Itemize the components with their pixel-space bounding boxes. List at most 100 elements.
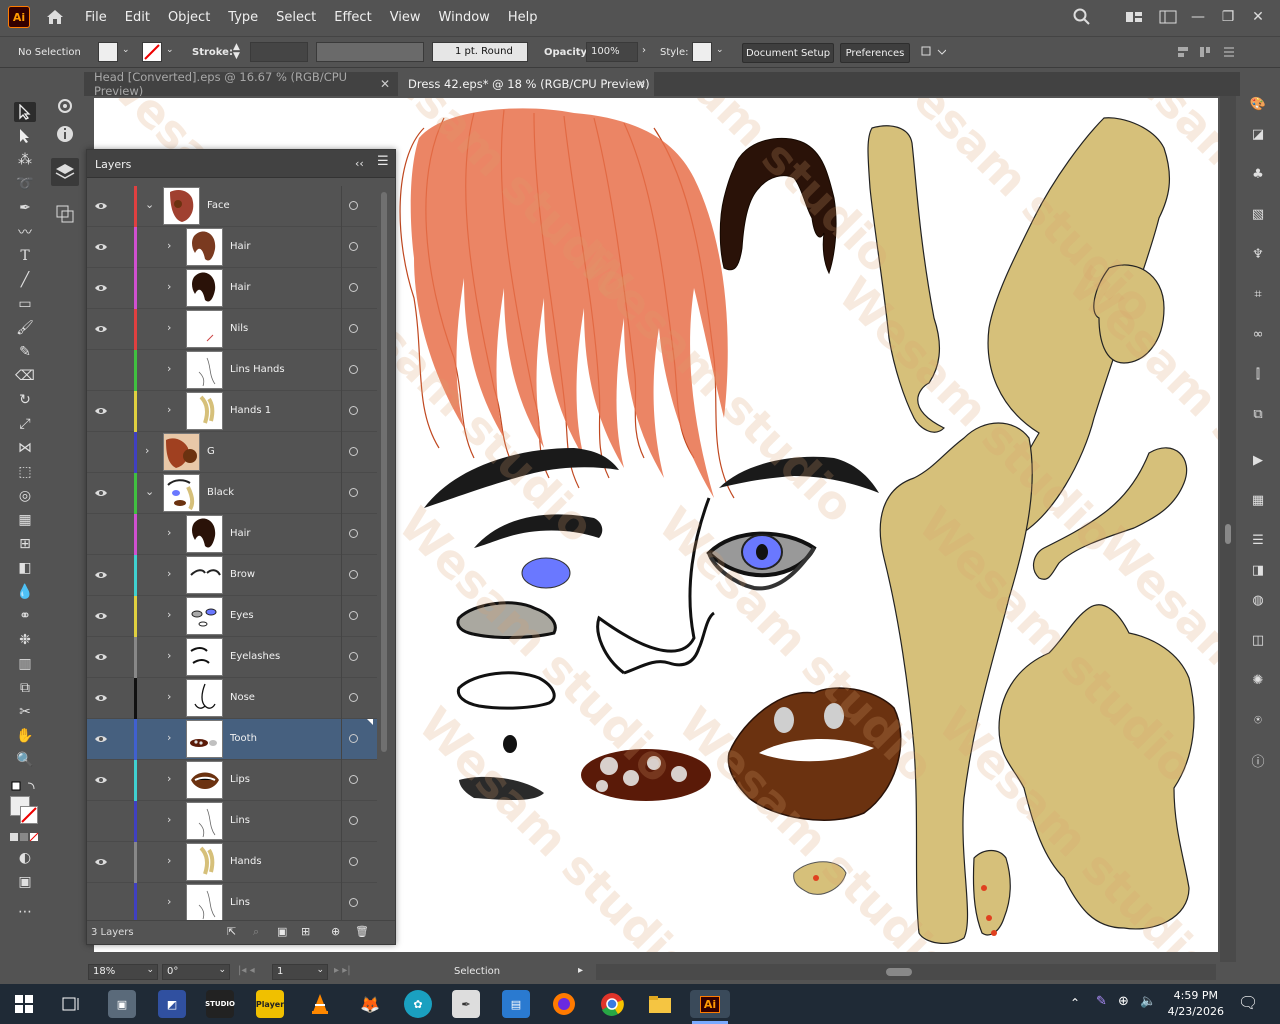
target-circle-icon[interactable] — [349, 857, 358, 866]
layer-row[interactable]: › Hair — [87, 227, 377, 268]
more-tools-icon[interactable]: ⋯ — [14, 902, 36, 922]
workspace-icon[interactable] — [1156, 6, 1180, 28]
mesh-tool-icon[interactable]: ⊞ — [14, 534, 36, 554]
arrange-documents-icon[interactable] — [1122, 6, 1146, 28]
expand-chevron-right-icon[interactable]: › — [167, 772, 171, 785]
visibility-eye-icon[interactable] — [94, 404, 108, 418]
width-tool-icon[interactable]: ⋈ — [14, 438, 36, 458]
firefox-icon[interactable] — [550, 990, 578, 1018]
visibility-eye-icon[interactable] — [94, 691, 108, 705]
expand-chevron-right-icon[interactable]: › — [167, 239, 171, 252]
chevron-right-icon[interactable]: › — [642, 45, 646, 56]
vertical-scrollbar[interactable] — [1220, 96, 1236, 962]
expand-chevron-right-icon[interactable]: › — [167, 321, 171, 334]
target-circle-icon[interactable] — [349, 570, 358, 579]
vertical-scroll-thumb[interactable] — [1225, 524, 1231, 544]
notifications-icon[interactable]: 🗨 — [1238, 993, 1258, 1012]
type-tool-icon[interactable]: T — [14, 246, 36, 266]
panel-menu-icon[interactable]: ☰ — [377, 154, 389, 169]
blender-icon[interactable]: ✿ — [404, 990, 432, 1018]
expand-chevron-right-icon[interactable]: › — [167, 403, 171, 416]
chrome-icon[interactable] — [598, 990, 626, 1018]
visibility-eye-icon[interactable] — [94, 896, 108, 910]
visibility-eye-icon[interactable] — [94, 855, 108, 869]
opacity-input[interactable]: 100% — [586, 42, 638, 62]
pathfinder-icon[interactable]: ⧉ — [1248, 404, 1268, 424]
gradient-panel-icon[interactable]: ◨ — [1248, 560, 1268, 580]
shaper-tool-icon[interactable]: ✎ — [14, 342, 36, 362]
properties-icon[interactable] — [55, 96, 75, 119]
chevron-down-icon[interactable]: ⌄ — [716, 45, 724, 55]
layer-row[interactable]: › G — [87, 432, 377, 473]
expand-chevron-right-icon[interactable]: › — [167, 854, 171, 867]
target-circle-icon[interactable] — [349, 242, 358, 251]
horizontal-scroll-thumb[interactable] — [886, 968, 912, 976]
blend-tool-icon[interactable]: ⚭ — [14, 606, 36, 626]
close-tab-icon[interactable]: ✕ — [380, 77, 390, 91]
document-info-icon[interactable]: ⓘ — [1248, 750, 1268, 770]
symbols-icon[interactable]: ♆ — [1248, 244, 1268, 264]
visibility-eye-icon[interactable] — [94, 568, 108, 582]
tray-chevron-up-icon[interactable]: ⌃ — [1070, 996, 1080, 1010]
target-circle-icon[interactable] — [349, 816, 358, 825]
menu-window[interactable]: Window — [430, 10, 499, 25]
align-options-icon[interactable] — [920, 45, 947, 62]
layer-row[interactable]: › Lins — [87, 801, 377, 842]
graphic-styles-icon[interactable]: ✺ — [1248, 670, 1268, 690]
layer-row[interactable]: › Hair — [87, 514, 377, 555]
visibility-eye-icon[interactable] — [94, 363, 108, 377]
swatches-icon[interactable]: ♣ — [1248, 164, 1268, 184]
menu-help[interactable]: Help — [499, 10, 547, 25]
chevron-down-icon[interactable]: ⌄ — [218, 965, 226, 975]
horizontal-scrollbar[interactable] — [596, 964, 1216, 980]
chevron-down-icon[interactable]: ⌄ — [316, 965, 324, 975]
layer-row[interactable]: › Hands — [87, 842, 377, 883]
actions-icon[interactable]: ▶ — [1248, 450, 1268, 470]
menu-select[interactable]: Select — [267, 10, 325, 25]
expand-chevron-down-icon[interactable]: ⌄ — [145, 198, 154, 211]
layer-row[interactable]: › Tooth — [87, 719, 377, 760]
menu-view[interactable]: View — [381, 10, 430, 25]
studio-app-icon[interactable]: STUDIO — [205, 990, 235, 1018]
color-mode-icon[interactable] — [10, 832, 40, 845]
expand-chevron-right-icon[interactable]: › — [167, 567, 171, 580]
target-circle-icon[interactable] — [349, 775, 358, 784]
media-app-icon[interactable]: ▤ — [502, 990, 530, 1018]
color-panel-icon[interactable]: 🎨 — [1248, 94, 1268, 114]
image-app-icon[interactable]: ◩ — [158, 990, 186, 1018]
shape-builder-tool-icon[interactable]: ◎ — [14, 486, 36, 506]
stroke-weight-input[interactable] — [250, 42, 308, 62]
gimp-icon[interactable]: 🦊 — [356, 990, 384, 1018]
photo-app-icon[interactable]: ▣ — [108, 990, 136, 1018]
curvature-tool-icon[interactable]: 〰 — [14, 222, 36, 242]
taskbar-clock[interactable]: 4:59 PM 4/23/2026 — [1168, 988, 1224, 1020]
visibility-eye-icon[interactable] — [94, 609, 108, 623]
target-circle-icon[interactable] — [349, 611, 358, 620]
transform-icon[interactable]: ⌗ — [1248, 284, 1268, 304]
eyedropper-tool-icon[interactable]: 💧 — [14, 582, 36, 602]
expand-chevron-right-icon[interactable]: › — [167, 731, 171, 744]
menu-object[interactable]: Object — [159, 10, 219, 25]
screen-mode-icon[interactable]: ▣ — [14, 872, 36, 892]
artboard-number-select[interactable]: 1 ⌄ — [272, 964, 328, 980]
target-circle-icon[interactable] — [349, 406, 358, 415]
preferences-button[interactable]: Preferences — [840, 43, 910, 63]
layer-row[interactable]: › Brow — [87, 555, 377, 596]
layer-row[interactable]: › Hair — [87, 268, 377, 309]
visibility-eye-icon[interactable] — [94, 773, 108, 787]
illustrator-taskbar-icon[interactable]: Ai — [690, 990, 730, 1018]
start-button-icon[interactable] — [10, 990, 38, 1018]
expand-chevron-right-icon[interactable]: › — [167, 895, 171, 908]
file-explorer-icon[interactable] — [646, 990, 674, 1018]
asset-export-icon[interactable]: ▦ — [1248, 490, 1268, 510]
info-icon[interactable] — [55, 124, 75, 147]
target-circle-icon[interactable] — [349, 693, 358, 702]
selection-tool-icon[interactable] — [14, 102, 36, 122]
layer-row[interactable]: ⌄ Black — [87, 473, 377, 514]
volume-icon[interactable]: 🔈 — [1140, 994, 1156, 1009]
restore-icon[interactable]: ❐ — [1216, 6, 1240, 28]
task-view-icon[interactable] — [58, 990, 86, 1018]
paintbrush-tool-icon[interactable]: 🖌 — [14, 318, 36, 338]
chevron-down-icon[interactable]: ⌄ — [146, 965, 154, 975]
rotate-tool-icon[interactable]: ↻ — [14, 390, 36, 410]
